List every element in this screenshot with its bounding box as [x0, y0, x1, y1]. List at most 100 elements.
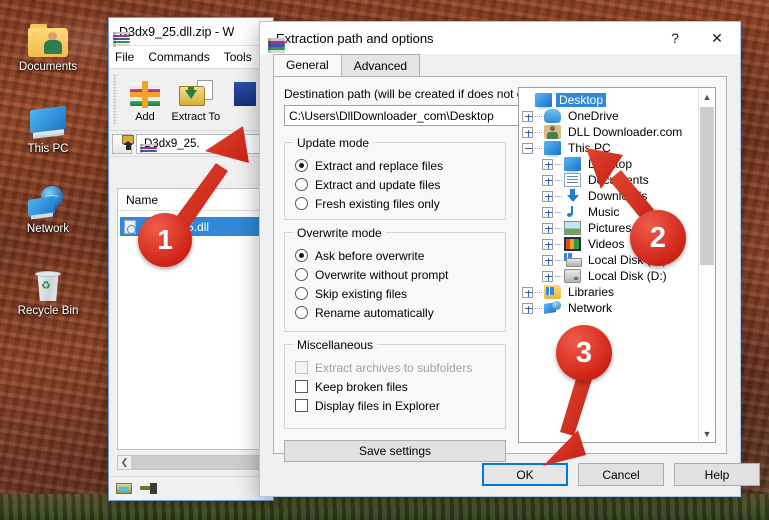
annotation-badge-2: 2 — [630, 210, 686, 266]
winrar-title-bar[interactable]: D3dx9_25.dll.zip - W — [109, 18, 273, 46]
help-titlebar-button[interactable]: ? — [654, 23, 696, 53]
disk-icon — [564, 269, 581, 283]
radio-indicator[interactable] — [295, 268, 308, 281]
menu-item-file[interactable]: File — [115, 50, 134, 64]
radio-extract-and-update[interactable]: Extract and update files — [285, 175, 505, 194]
tree-vertical-scrollbar[interactable]: ▲ ▼ — [698, 88, 715, 442]
tree-item-label: DLL Downloader.com — [565, 125, 685, 139]
chevron-down-icon[interactable]: ▼ — [699, 425, 715, 442]
tree-expander[interactable] — [542, 271, 553, 282]
monitor-icon — [535, 93, 552, 107]
tree-connector — [555, 260, 562, 261]
radio-ask-before-overwrite[interactable]: Ask before overwrite — [285, 246, 505, 265]
close-icon[interactable]: ✕ — [696, 23, 738, 53]
checkbox-keep-broken-files[interactable]: Keep broken files — [285, 377, 505, 396]
option-label: Extract and update files — [315, 178, 440, 192]
option-label: Fresh existing files only — [315, 197, 440, 211]
scrollbar-thumb[interactable] — [131, 456, 263, 469]
radio-indicator[interactable] — [295, 287, 308, 300]
tree-item-dll-downloader[interactable]: DLL Downloader.com — [522, 124, 697, 140]
checkbox-extract-archives-to-subfolders: Extract archives to subfolders — [285, 358, 505, 377]
dialog-tab-strip[interactable]: General Advanced — [260, 54, 740, 76]
checkbox-indicator[interactable] — [295, 399, 308, 412]
tab-general[interactable]: General — [273, 54, 342, 76]
tree-expander[interactable] — [542, 207, 553, 218]
radio-indicator[interactable] — [295, 249, 308, 262]
annotation-badge-1: 1 — [138, 213, 192, 267]
chevron-up-icon[interactable]: ▲ — [699, 88, 715, 105]
radio-indicator[interactable] — [295, 178, 308, 191]
chevron-left-icon[interactable]: ❮ — [118, 457, 131, 468]
winrar-menu-bar[interactable]: File Commands Tools — [109, 46, 273, 69]
radio-extract-and-replace[interactable]: Extract and replace files — [285, 156, 505, 175]
tab-advanced[interactable]: Advanced — [341, 54, 420, 76]
desktop-icon-label: Documents — [2, 61, 94, 74]
tree-expander[interactable] — [542, 191, 553, 202]
radio-overwrite-without-prompt[interactable]: Overwrite without prompt — [285, 265, 505, 284]
tree-item-downloads[interactable]: Downloads — [522, 188, 697, 204]
winrar-window[interactable]: D3dx9_25.dll.zip - W File Commands Tools… — [108, 17, 274, 501]
extract-to-toolbar-label: Extract To — [171, 111, 220, 123]
option-label: Rename automatically — [315, 306, 434, 320]
tree-expander[interactable] — [522, 143, 533, 154]
tree-connector — [555, 228, 562, 229]
disk-icon — [116, 483, 132, 494]
desktop-icon-this-pc[interactable]: This PC — [2, 96, 94, 156]
help-button[interactable]: Help — [674, 463, 760, 486]
tree-expander[interactable] — [542, 223, 553, 234]
tree-item-onedrive[interactable]: OneDrive — [522, 108, 697, 124]
dialog-title-bar[interactable]: Extraction path and options ? ✕ — [260, 22, 740, 54]
extract-to-toolbar-button[interactable]: Extract To — [171, 74, 220, 123]
tree-expander[interactable] — [542, 255, 553, 266]
menu-item-tools[interactable]: Tools — [224, 50, 252, 64]
library-icon — [544, 285, 561, 299]
tree-item-desktop[interactable]: Desktop — [522, 92, 697, 108]
save-settings-button[interactable]: Save settings — [284, 440, 506, 462]
winrar-horizontal-scrollbar[interactable]: ❮ — [117, 455, 265, 470]
checkbox-indicator[interactable] — [295, 380, 308, 393]
cancel-button[interactable]: Cancel — [578, 463, 664, 486]
tree-expander[interactable] — [522, 111, 533, 122]
tree-expander[interactable] — [542, 239, 553, 250]
radio-indicator[interactable] — [295, 197, 308, 210]
desktop-icon-documents[interactable]: Documents — [2, 14, 94, 74]
tree-item-this-pc[interactable]: This PC — [522, 140, 697, 156]
destination-folder-tree[interactable]: Desktop OneDrive DLL Downloader.com — [518, 87, 716, 443]
add-toolbar-button[interactable]: Add — [121, 74, 170, 123]
archive-path-field[interactable]: D3dx9_25. — [136, 134, 270, 154]
tree-item-local-disk-d[interactable]: Local Disk (D:) — [522, 268, 697, 284]
radio-skip-existing-files[interactable]: Skip existing files — [285, 284, 505, 303]
music-note-icon — [564, 205, 581, 219]
tree-connector — [535, 308, 542, 309]
tree-item-desktop-child[interactable]: Desktop — [522, 156, 697, 172]
radio-indicator[interactable] — [295, 306, 308, 319]
scrollbar-track[interactable] — [699, 105, 715, 425]
checkbox-display-files-in-explorer[interactable]: Display files in Explorer — [285, 396, 505, 415]
radio-indicator[interactable] — [295, 159, 308, 172]
winrar-file-list[interactable]: Name d3dx9_25.dll — [117, 188, 265, 450]
disk-c-icon — [564, 253, 581, 267]
tree-expander[interactable] — [542, 175, 553, 186]
winrar-address-bar[interactable]: D3dx9_25. — [109, 131, 273, 157]
tree-expander[interactable] — [542, 159, 553, 170]
tree-item-libraries[interactable]: Libraries — [522, 284, 697, 300]
radio-fresh-existing-only[interactable]: Fresh existing files only — [285, 194, 505, 213]
tree-expander[interactable] — [522, 303, 533, 314]
tree-expander[interactable] — [522, 127, 533, 138]
ok-button[interactable]: OK — [482, 463, 568, 486]
radio-rename-automatically[interactable]: Rename automatically — [285, 303, 505, 322]
column-header-name[interactable]: Name — [118, 189, 264, 211]
desktop-icon-recycle-bin[interactable]: ♻ Recycle Bin — [2, 258, 94, 318]
toolbar-grip[interactable] — [113, 74, 117, 126]
scrollbar-thumb[interactable] — [700, 107, 714, 265]
winrar-toolbar[interactable]: Add Extract To — [109, 69, 273, 131]
desktop-icon-network[interactable]: Network — [2, 176, 94, 236]
tree-expander[interactable] — [522, 287, 533, 298]
dll-file-icon — [124, 220, 136, 234]
menu-item-commands[interactable]: Commands — [148, 50, 209, 64]
tree-item-documents[interactable]: Documents — [522, 172, 697, 188]
tree-item-network[interactable]: Network — [522, 300, 697, 316]
add-toolbar-label: Add — [121, 111, 170, 123]
destination-path-label: Destination path (will be created if doe… — [284, 87, 545, 101]
up-one-level-button[interactable] — [112, 134, 132, 154]
